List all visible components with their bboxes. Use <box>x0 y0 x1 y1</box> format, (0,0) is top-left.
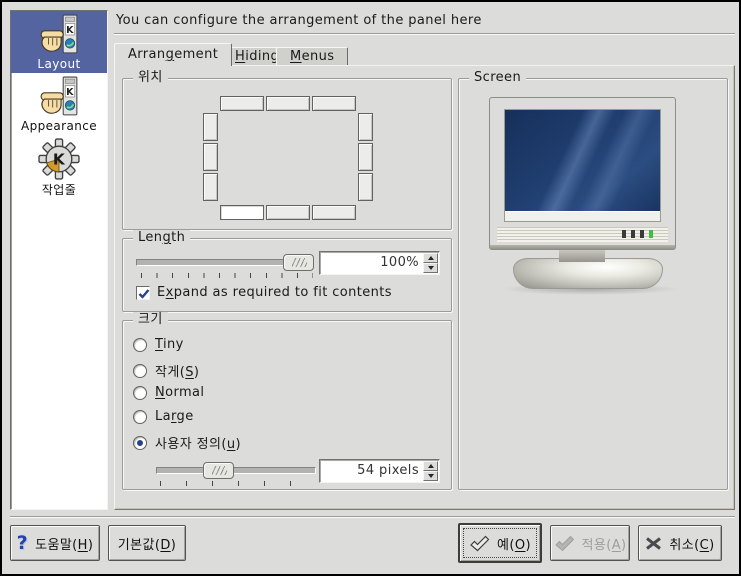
defaults-button[interactable]: 기본값(D) <box>108 525 186 561</box>
module-description: You can configure the arrangement of the… <box>116 13 482 28</box>
position-group: 위치 <box>122 70 452 230</box>
monitor-stand <box>559 249 605 262</box>
position-bottom-center-button[interactable] <box>266 205 310 220</box>
size-group: 크기 Tiny 작게(S) Normal Large 사용자 정의(u) 54 … <box>122 312 452 490</box>
monitor-screen <box>504 109 661 222</box>
monitor-body <box>489 97 676 250</box>
position-left-bottom-button[interactable] <box>203 173 218 201</box>
length-group: Length 100% Expand as required to fit co… <box>122 230 452 312</box>
sidebar-item-appearance[interactable]: Appearance <box>11 73 107 135</box>
tab-menus[interactable]: Menus <box>276 47 349 65</box>
size-option-tiny: Tiny <box>133 337 184 352</box>
panel-config-dialog: Layout Appearance 작업줄 You can configure … <box>0 0 741 576</box>
position-group-title: 위치 <box>133 70 168 86</box>
panel-hand-icon <box>11 14 107 56</box>
check-icon <box>555 535 574 551</box>
length-group-title: Length <box>133 230 191 246</box>
check-icon <box>470 535 490 551</box>
length-slider-ticks <box>141 273 313 278</box>
down-arrow-icon <box>427 474 434 478</box>
monitor-base <box>513 258 663 289</box>
checkmark-icon <box>138 288 150 299</box>
custom-size-slider-handle[interactable] <box>203 462 234 479</box>
monitor-buttons <box>622 230 653 238</box>
footer-separator <box>10 516 735 518</box>
panel-preview-strip <box>505 211 660 221</box>
position-top-center-button[interactable] <box>266 96 310 111</box>
radio-large[interactable] <box>133 409 147 424</box>
position-right-middle-button[interactable] <box>358 143 373 171</box>
ok-button[interactable]: 예(O) <box>458 523 542 563</box>
radio-normal[interactable] <box>133 385 147 400</box>
length-spinbox[interactable]: 100% <box>319 251 440 275</box>
position-top-left-button[interactable] <box>220 96 264 111</box>
cancel-button[interactable]: 취소(C) <box>638 525 722 561</box>
sidebar-item-taskbar[interactable]: 작업줄 <box>11 135 107 197</box>
sidebar-item-layout[interactable]: Layout <box>11 11 107 73</box>
monitor-button <box>631 230 635 238</box>
monitor-button <box>622 230 626 238</box>
apply-button[interactable]: 적용(A) <box>550 525 630 561</box>
header-separator <box>114 33 735 35</box>
help-button[interactable]: ? 도움말(H) <box>10 525 100 561</box>
expand-checkbox-label: Expand as required to fit contents <box>157 285 392 300</box>
position-right-bottom-button[interactable] <box>358 173 373 201</box>
sidebar-item-label: 작업줄 <box>41 183 77 197</box>
up-arrow-icon <box>427 464 434 468</box>
position-bottom-right-button[interactable] <box>312 205 356 220</box>
size-option-custom: 사용자 정의(u) <box>133 433 241 452</box>
size-spin-up-button[interactable] <box>423 461 438 471</box>
custom-size-slider-ticks <box>160 481 316 486</box>
position-right-top-button[interactable] <box>358 113 373 141</box>
size-option-large: Large <box>133 409 194 424</box>
position-top-right-button[interactable] <box>312 96 356 111</box>
screen-group-title: Screen <box>469 70 527 86</box>
length-spinbox-value: 100% <box>380 255 419 270</box>
expand-checkbox[interactable] <box>136 285 150 300</box>
monitor-body-bottom <box>490 245 675 250</box>
size-option-normal: Normal <box>133 385 204 400</box>
kde-gear-icon <box>11 138 107 180</box>
sidebar-item-label: Layout <box>37 57 81 71</box>
radio-custom[interactable] <box>133 435 147 450</box>
sidebar-item-label: Appearance <box>20 119 98 133</box>
length-slider-handle[interactable] <box>283 254 314 271</box>
down-arrow-icon <box>427 266 434 270</box>
position-left-top-button[interactable] <box>203 113 218 141</box>
expand-checkbox-row: Expand as required to fit contents <box>136 285 392 300</box>
size-spin-down-button[interactable] <box>423 471 438 481</box>
screen-group: Screen <box>458 70 728 490</box>
module-sidebar-list: Layout Appearance 작업줄 <box>10 10 108 510</box>
custom-size-slider[interactable] <box>156 467 316 474</box>
length-spin-down-button[interactable] <box>423 263 438 273</box>
custom-size-spinbox-value: 54 pixels <box>357 463 419 478</box>
radio-small[interactable] <box>133 363 147 378</box>
custom-size-spinbox[interactable]: 54 pixels <box>319 459 440 483</box>
tab-arrangement[interactable]: Arrangement <box>114 43 233 66</box>
power-led <box>649 230 653 238</box>
panel-hand-icon <box>11 76 107 118</box>
length-spin-up-button[interactable] <box>423 253 438 263</box>
monitor-preview <box>489 97 699 297</box>
up-arrow-icon <box>427 256 434 260</box>
x-icon <box>646 536 662 550</box>
help-icon: ? <box>16 532 29 554</box>
radio-tiny[interactable] <box>133 337 147 352</box>
size-option-small: 작게(S) <box>133 361 199 380</box>
position-left-middle-button[interactable] <box>203 143 218 171</box>
monitor-button <box>640 230 644 238</box>
position-bottom-left-button[interactable] <box>220 205 264 220</box>
size-group-title: 크기 <box>133 312 168 328</box>
